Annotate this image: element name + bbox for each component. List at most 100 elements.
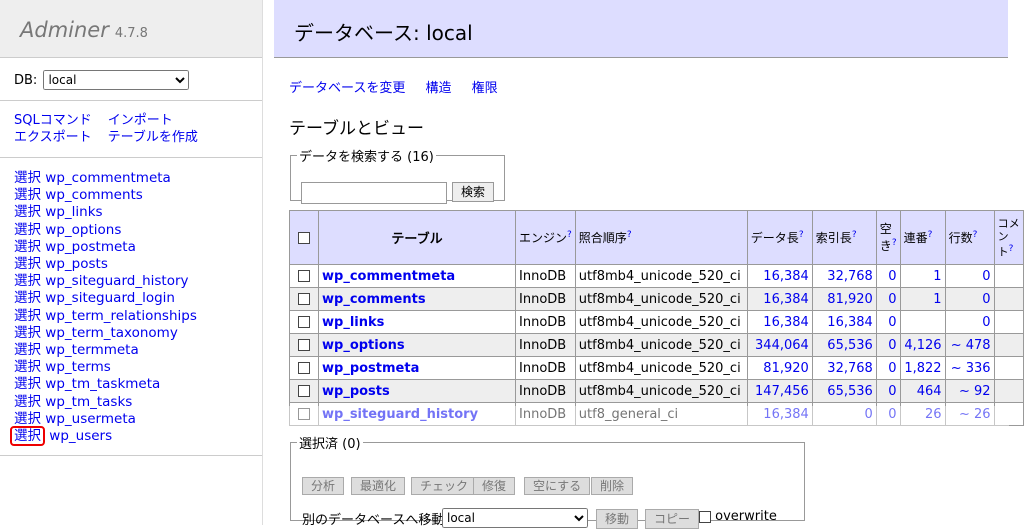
select-link[interactable]: 選択 [14, 204, 41, 220]
help-link[interactable]: ? [627, 230, 632, 240]
help-link[interactable]: ? [892, 238, 897, 248]
help-link[interactable]: ? [1009, 244, 1014, 254]
row-checkbox[interactable] [298, 270, 310, 282]
auto-increment-cell[interactable]: 1,822 [899, 356, 946, 380]
row-checkbox[interactable] [298, 339, 310, 351]
search-input[interactable] [301, 182, 447, 204]
data-length-cell[interactable]: 344,064 [746, 333, 813, 357]
check-button[interactable]: チェック [411, 477, 478, 495]
auto-increment-cell[interactable]: 1 [899, 264, 946, 288]
data-length-cell[interactable]: 16,384 [746, 264, 813, 288]
table-link[interactable]: wp_term_taxonomy [45, 325, 178, 341]
search-button[interactable]: 検索 [452, 182, 495, 202]
select-link[interactable]: 選択 [14, 411, 41, 427]
table-link[interactable]: wp_links [45, 204, 102, 220]
select-link[interactable]: 選択 [14, 170, 41, 186]
row-checkbox[interactable] [298, 385, 310, 397]
row-checkbox-cell[interactable] [289, 264, 319, 288]
index-length-cell[interactable]: 65,536 [811, 333, 877, 357]
table-name-link[interactable]: wp_comments [322, 292, 426, 307]
data-length-cell[interactable]: 81,920 [746, 356, 813, 380]
rows-cell[interactable]: 0 [944, 287, 995, 311]
drop-button[interactable]: 削除 [591, 477, 634, 495]
rows-cell[interactable]: ~ 478 [944, 333, 995, 357]
row-checkbox[interactable] [298, 316, 310, 328]
select-link[interactable]: 選択 [14, 325, 41, 341]
data-length-cell[interactable]: 16,384 [746, 287, 813, 311]
help-link[interactable]: ? [973, 230, 978, 240]
table-link[interactable]: wp_tm_taskmeta [45, 376, 160, 392]
move-db-select[interactable]: local [442, 508, 588, 528]
import-link[interactable]: インポート [108, 113, 173, 128]
alter-database-link[interactable]: データベースを変更 [289, 81, 405, 96]
table-link[interactable]: wp_commentmeta [45, 170, 171, 186]
table-link[interactable]: wp_siteguard_login [45, 290, 175, 306]
table-link[interactable]: wp_term_relationships [45, 308, 197, 324]
copy-button[interactable]: コピー [645, 509, 700, 529]
rows-cell[interactable]: 0 [944, 310, 995, 334]
truncate-button[interactable]: 空にする [524, 477, 591, 495]
help-link[interactable]: ? [799, 230, 804, 240]
index-length-cell[interactable]: 65,536 [811, 379, 877, 403]
table-link[interactable]: wp_users [49, 428, 112, 444]
analyze-button[interactable]: 分析 [302, 477, 345, 495]
select-link[interactable]: 選択 [14, 256, 41, 272]
help-link[interactable]: ? [928, 230, 933, 240]
table-link[interactable]: wp_tm_tasks [45, 394, 132, 410]
help-link[interactable]: ? [852, 230, 857, 240]
row-checkbox-cell[interactable] [289, 379, 319, 403]
row-checkbox-cell[interactable] [289, 287, 319, 311]
data-length-cell[interactable]: 16,384 [746, 310, 813, 334]
table-link[interactable]: wp_posts [45, 256, 108, 272]
select-link[interactable]: 選択 [14, 308, 41, 324]
overwrite-option[interactable]: overwrite [699, 509, 777, 524]
rows-cell[interactable]: ~ 336 [944, 356, 995, 380]
select-link[interactable]: 選択 [14, 273, 41, 289]
select-all-checkbox[interactable] [298, 232, 310, 244]
table-name-link[interactable]: wp_postmeta [322, 361, 419, 376]
row-checkbox[interactable] [298, 293, 310, 305]
data-length-cell[interactable]: 147,456 [746, 379, 813, 403]
select-link[interactable]: 選択 [14, 394, 41, 410]
auto-increment-cell[interactable]: 1 [899, 287, 946, 311]
schema-link[interactable]: 構造 [426, 81, 452, 96]
select-link[interactable]: 選択 [10, 426, 45, 447]
select-link[interactable]: 選択 [14, 342, 41, 358]
repair-button[interactable]: 修復 [473, 477, 516, 495]
table-name-link[interactable]: wp_posts [322, 384, 390, 399]
overwrite-checkbox[interactable] [699, 510, 711, 523]
index-length-cell[interactable]: 81,920 [811, 287, 877, 311]
row-checkbox-cell[interactable] [289, 356, 319, 380]
select-link[interactable]: 選択 [14, 376, 41, 392]
table-link[interactable]: wp_comments [45, 187, 143, 203]
optimize-button[interactable]: 最適化 [351, 477, 406, 495]
rows-cell[interactable]: 0 [944, 264, 995, 288]
privileges-link[interactable]: 権限 [472, 81, 498, 96]
select-link[interactable]: 選択 [14, 290, 41, 306]
table-link[interactable]: wp_siteguard_history [45, 273, 188, 289]
rows-cell[interactable]: ~ 92 [944, 379, 995, 403]
help-link[interactable]: ? [567, 230, 572, 240]
table-name-link[interactable]: wp_commentmeta [322, 269, 455, 284]
auto-increment-cell[interactable]: 4,126 [899, 333, 946, 357]
table-link[interactable]: wp_options [45, 222, 121, 238]
table-link[interactable]: wp_postmeta [45, 239, 136, 255]
export-link[interactable]: エクスポート [14, 130, 92, 145]
select-link[interactable]: 選択 [14, 239, 41, 255]
row-checkbox-cell[interactable] [289, 310, 319, 334]
select-link[interactable]: 選択 [14, 359, 41, 375]
auto-increment-cell[interactable] [899, 310, 946, 334]
row-checkbox-cell[interactable] [289, 333, 319, 357]
select-link[interactable]: 選択 [14, 222, 41, 238]
index-length-cell[interactable]: 16,384 [811, 310, 877, 334]
index-length-cell[interactable]: 32,768 [811, 356, 877, 380]
table-name-link[interactable]: wp_options [322, 338, 405, 353]
row-checkbox[interactable] [298, 362, 310, 374]
app-name[interactable]: Adminer [20, 18, 109, 42]
table-link[interactable]: wp_termmeta [45, 342, 138, 358]
table-link[interactable]: wp_terms [45, 359, 110, 375]
create-table-link[interactable]: テーブルを作成 [108, 130, 198, 145]
db-select[interactable]: local [43, 70, 190, 90]
select-all-checkbox-cell[interactable] [289, 210, 319, 265]
table-link[interactable]: wp_usermeta [45, 411, 136, 427]
